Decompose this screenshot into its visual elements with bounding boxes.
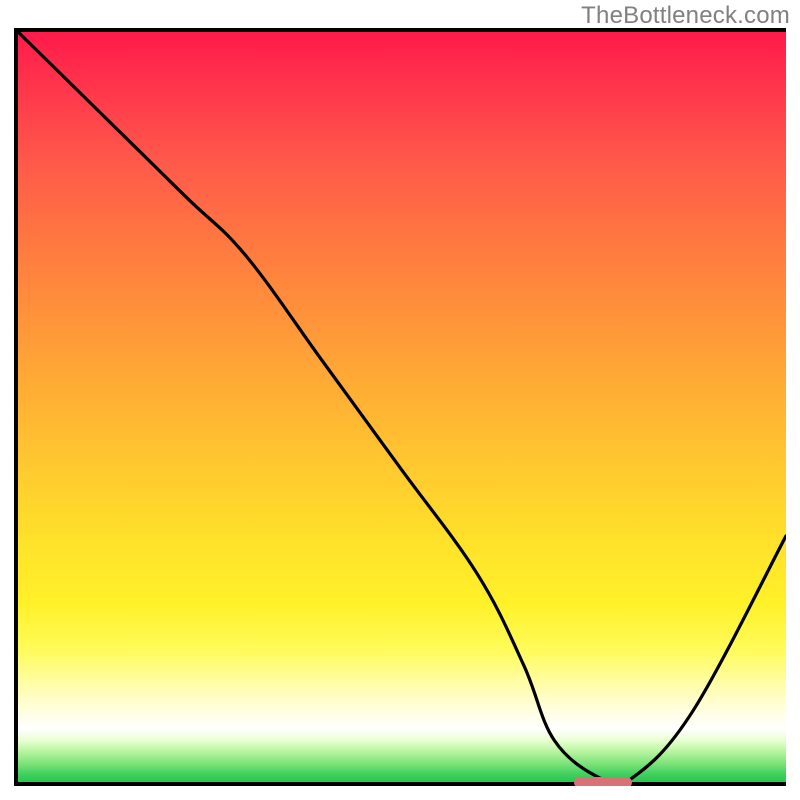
watermark-label: TheBottleneck.com: [581, 2, 790, 30]
optimum-marker: [574, 777, 632, 787]
chart-stage: TheBottleneck.com: [0, 0, 800, 800]
plot-area: [14, 28, 786, 786]
axis-left: [14, 28, 18, 786]
curve-path: [14, 28, 786, 786]
bottleneck-curve: [14, 28, 786, 786]
axis-bottom: [14, 782, 786, 786]
